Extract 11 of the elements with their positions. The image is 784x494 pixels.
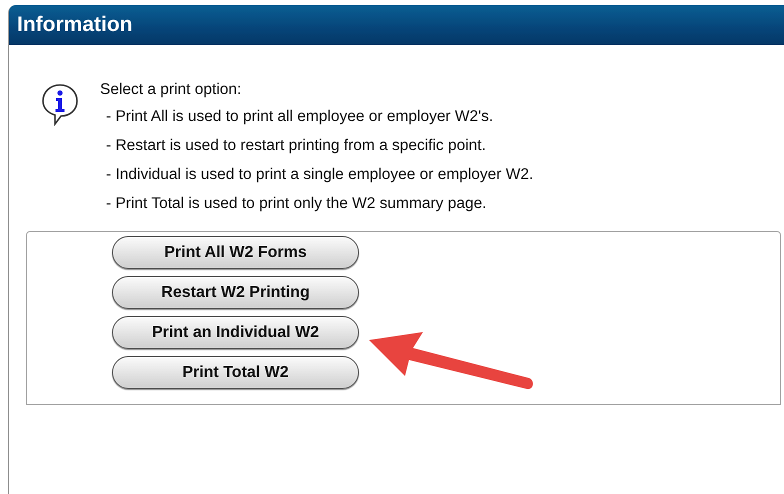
message-line: - Restart is used to restart printing from a specific point. xyxy=(106,136,487,156)
message-line: - Print Total is used to print only the W2 summary page. xyxy=(106,194,488,214)
print-button[interactable]: Print an Individual W2 xyxy=(112,316,359,349)
message-line: - Individual is used to print a single employee or employer W2. xyxy=(106,165,534,185)
info-icon xyxy=(40,82,80,126)
print-button[interactable]: Print Total W2 xyxy=(112,356,359,389)
message-line: - Print All is used to print all employee or employer W2's. xyxy=(106,107,494,127)
window-title: Information xyxy=(17,13,132,37)
print-button[interactable]: Print All W2 Forms xyxy=(112,236,359,269)
message-heading: Select a print option: xyxy=(100,80,242,100)
print-button[interactable]: Restart W2 Printing xyxy=(112,276,359,309)
